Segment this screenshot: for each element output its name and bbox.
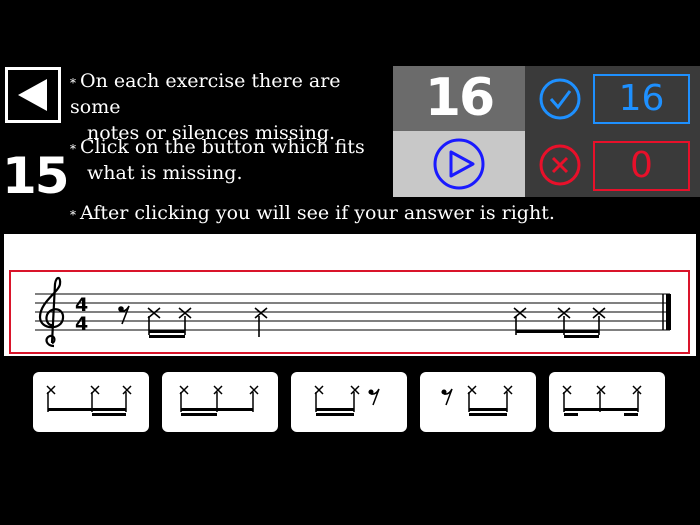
- svg-text:4: 4: [75, 313, 88, 335]
- two-sixteenths-eighth-icon: [179, 385, 259, 416]
- eighth-two-sixteenths-icon: [46, 385, 132, 416]
- two-sixteenths-eighth-rest-icon: [314, 385, 380, 416]
- eighth-rest-two-sixteenths-icon: [441, 385, 513, 416]
- answer-option-5[interactable]: [549, 372, 665, 432]
- time-signature: 4 4: [75, 294, 88, 335]
- answer-option-1[interactable]: [33, 372, 149, 432]
- answer-option-4[interactable]: [420, 372, 536, 432]
- music-staff: 4 4: [35, 276, 671, 348]
- answer-option-2[interactable]: [162, 372, 278, 432]
- answer-option-3[interactable]: [291, 372, 407, 432]
- sixteenth-eighth-sixteenth-icon: [562, 385, 642, 416]
